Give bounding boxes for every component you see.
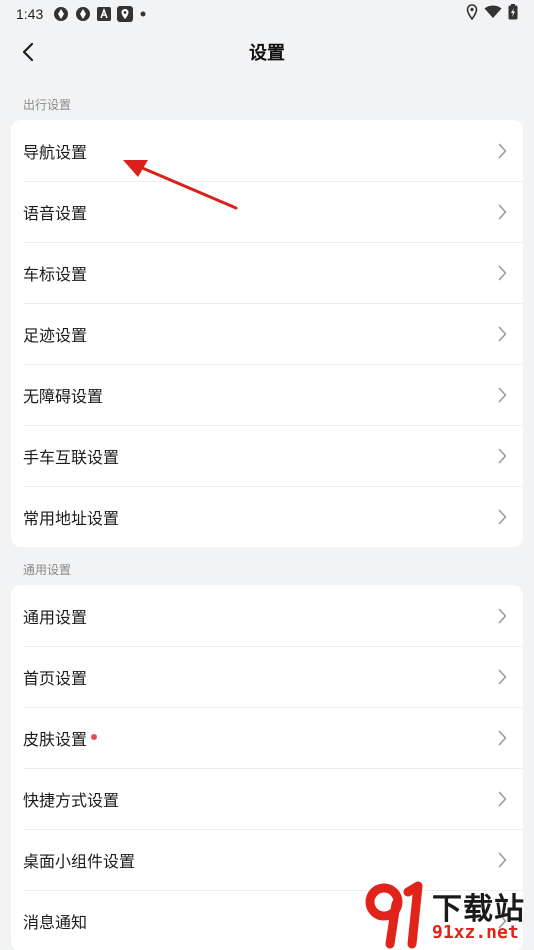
- chevron-right-icon: [495, 668, 509, 686]
- status-time: 1:43: [16, 6, 44, 22]
- settings-item-skin[interactable]: 皮肤设置: [11, 707, 523, 768]
- settings-item-label: 语音设置: [23, 203, 88, 223]
- settings-item-label: 首页设置: [23, 668, 88, 688]
- settings-item-label: 足迹设置: [23, 325, 88, 345]
- settings-item-accessibility[interactable]: 无障碍设置: [11, 364, 523, 425]
- section-label-general: 通用设置: [23, 563, 72, 577]
- settings-item-footprint[interactable]: 足迹设置: [11, 303, 523, 364]
- app-header: 设置: [0, 28, 534, 76]
- settings-item-notification[interactable]: 消息通知: [11, 890, 523, 950]
- chevron-left-icon: [22, 42, 34, 62]
- settings-item-common-address[interactable]: 常用地址设置: [11, 486, 523, 547]
- chevron-right-icon: [495, 851, 509, 869]
- settings-item-voice[interactable]: 语音设置: [11, 181, 523, 242]
- chevron-right-icon: [495, 508, 509, 526]
- settings-item-label: 快捷方式设置: [23, 790, 120, 810]
- chevron-right-icon: [495, 447, 509, 465]
- settings-item-label: 通用设置: [23, 607, 88, 627]
- chevron-right-icon: [495, 386, 509, 404]
- chevron-right-icon: [495, 264, 509, 282]
- map-pin-app-icon: [117, 6, 134, 22]
- settings-item-phone-car-link[interactable]: 手车互联设置: [11, 425, 523, 486]
- settings-item-car-icon[interactable]: 车标设置: [11, 242, 523, 303]
- aperture-icon: [75, 6, 91, 22]
- settings-item-label: 无障碍设置: [23, 386, 104, 406]
- new-badge-dot: [91, 733, 98, 740]
- settings-item-desktop-widget[interactable]: 桌面小组件设置: [11, 829, 523, 890]
- settings-item-label: 消息通知: [23, 912, 88, 932]
- chevron-right-icon: [495, 203, 509, 221]
- status-bar: 1:43: [0, 0, 534, 28]
- settings-item-label: 皮肤设置: [23, 729, 88, 749]
- settings-item-navigation[interactable]: 导航设置: [11, 120, 523, 181]
- settings-item-general[interactable]: 通用设置: [11, 585, 523, 646]
- dot-icon: [139, 10, 147, 18]
- page-title: 设置: [249, 43, 285, 64]
- settings-card-travel: 导航设置 语音设置 车标设置 足迹设置 无障碍设置 手车互联设置 常用地址设置: [11, 120, 523, 547]
- settings-item-label: 常用地址设置: [23, 508, 120, 528]
- settings-item-label: 手车互联设置: [23, 447, 120, 467]
- app-a-icon: [97, 7, 112, 21]
- wifi-icon: [484, 5, 502, 23]
- chevron-right-icon: [495, 790, 509, 808]
- settings-item-label: 导航设置: [23, 142, 88, 162]
- settings-item-shortcut[interactable]: 快捷方式设置: [11, 768, 523, 829]
- settings-item-label: 桌面小组件设置: [23, 851, 136, 871]
- chevron-right-icon: [495, 729, 509, 747]
- section-label-travel: 出行设置: [23, 98, 72, 112]
- settings-item-label: 车标设置: [23, 264, 88, 284]
- aperture-icon: [53, 6, 69, 22]
- chevron-right-icon: [495, 142, 509, 160]
- chevron-right-icon: [495, 912, 509, 930]
- settings-card-general: 通用设置 首页设置 皮肤设置 快捷方式设置 桌面小组件设置 消息通知: [11, 585, 523, 950]
- chevron-right-icon: [495, 607, 509, 625]
- settings-item-home[interactable]: 首页设置: [11, 646, 523, 707]
- battery-charging-icon: [508, 4, 518, 24]
- back-button[interactable]: [14, 38, 42, 66]
- chevron-right-icon: [495, 325, 509, 343]
- location-icon: [466, 4, 478, 24]
